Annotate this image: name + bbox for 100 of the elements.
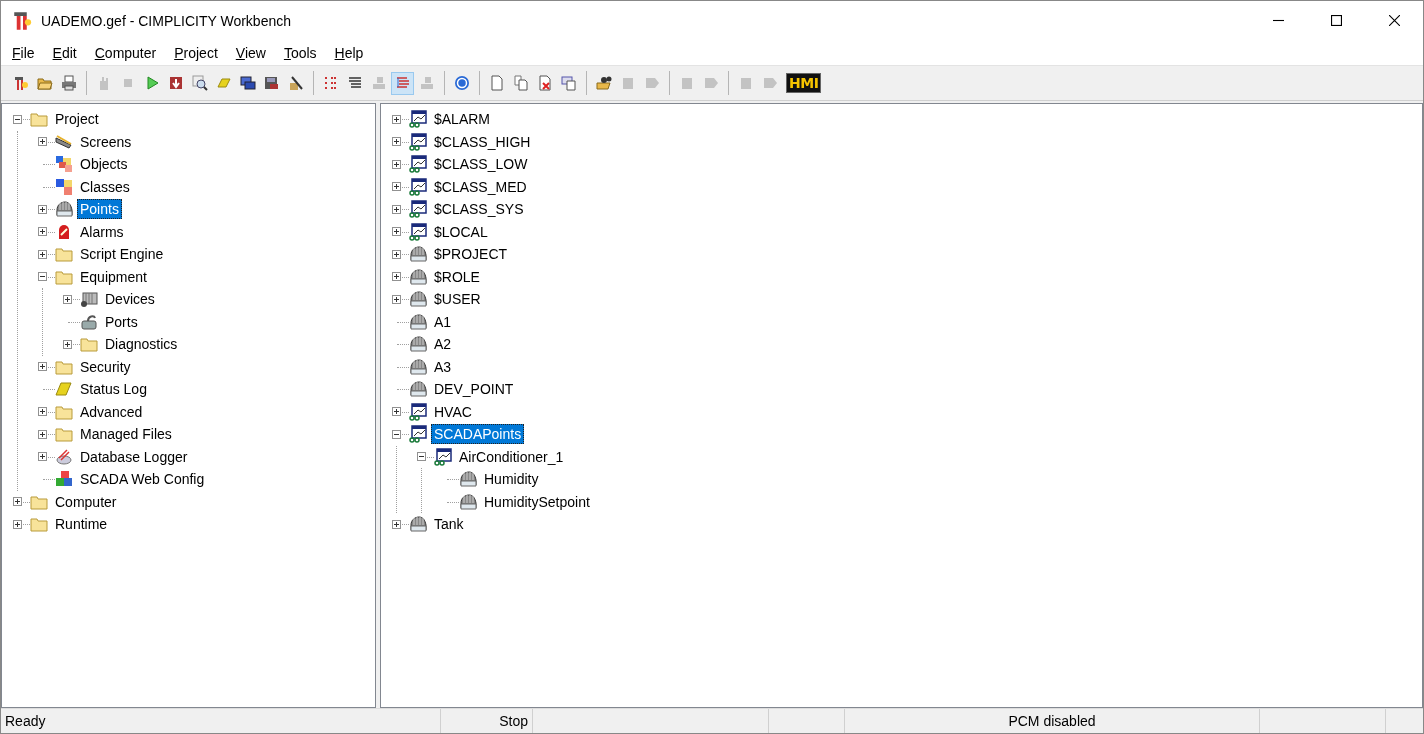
expand-icon[interactable] — [13, 519, 22, 529]
tree-item[interactable]: Project — [52, 109, 102, 130]
points-icon — [409, 245, 427, 264]
status-text: PCM disabled — [845, 709, 1260, 733]
tree-item[interactable]: $CLASS_HIGH — [431, 131, 534, 152]
chart-window-icon — [409, 110, 427, 129]
points-icon — [459, 492, 477, 511]
expand-icon[interactable] — [392, 204, 401, 214]
tree-item[interactable]: DEV_POINT — [431, 379, 517, 400]
tree-item[interactable]: Script Engine — [77, 244, 167, 265]
expand-icon[interactable] — [13, 497, 22, 507]
node-icon — [370, 75, 387, 91]
tree-item[interactable]: $PROJECT — [431, 244, 511, 265]
log-icon — [55, 380, 73, 399]
lined-list-icon — [346, 75, 363, 91]
expand-icon[interactable] — [392, 182, 401, 192]
wand-icon — [12, 75, 29, 91]
collapse-icon[interactable] — [417, 452, 426, 462]
window-title: UADEMO.gef - CIMPLICITY Workbench — [41, 12, 291, 29]
tree-item[interactable]: A3 — [431, 356, 455, 377]
download-icon — [167, 75, 184, 91]
tree-item[interactable]: Advanced — [77, 401, 146, 422]
tree-item[interactable]: Equipment — [77, 266, 150, 287]
tree-item[interactable]: $LOCAL — [431, 221, 491, 242]
tree-item[interactable]: Database Logger — [77, 446, 191, 467]
tree-view-icon — [394, 75, 411, 91]
collapse-icon[interactable] — [392, 429, 401, 439]
points-icon — [409, 357, 427, 376]
collapse-icon[interactable] — [38, 272, 47, 282]
page-properties-icon — [560, 75, 577, 91]
tree-item[interactable]: Diagnostics — [102, 334, 181, 355]
tree-item[interactable]: HVAC — [431, 401, 475, 422]
tree-item[interactable]: Alarms — [77, 221, 127, 242]
expand-icon[interactable] — [392, 114, 401, 124]
menu-item[interactable]: Tools — [274, 44, 326, 61]
tree-item[interactable]: $USER — [431, 289, 484, 310]
hmi-button[interactable]: HMI — [786, 73, 822, 93]
tree-item[interactable]: SCADA Web Config — [77, 469, 208, 490]
tree-item[interactable]: $CLASS_MED — [431, 176, 530, 197]
expand-icon[interactable] — [38, 249, 47, 259]
chart-window-icon — [409, 155, 427, 174]
tree-item[interactable]: $ALARM — [431, 109, 494, 130]
log-icon — [215, 75, 232, 91]
expand-icon[interactable] — [38, 362, 47, 372]
tree-item[interactable]: Runtime — [52, 514, 111, 535]
tree-item[interactable]: Tank — [431, 514, 467, 535]
expand-icon[interactable] — [392, 294, 401, 304]
tree-item[interactable]: Devices — [102, 289, 158, 310]
expand-icon[interactable] — [392, 407, 401, 417]
expand-icon[interactable] — [392, 249, 401, 259]
menu-item[interactable]: View — [226, 44, 275, 61]
tree-item[interactable]: $CLASS_SYS — [431, 199, 527, 220]
tree-item[interactable]: Computer — [52, 491, 120, 512]
expand-icon[interactable] — [38, 137, 47, 147]
expand-icon[interactable] — [38, 407, 47, 417]
pages-icon — [512, 75, 529, 91]
expand-icon[interactable] — [63, 339, 72, 349]
tree-item[interactable]: Classes — [77, 176, 133, 197]
page-icon — [488, 75, 505, 91]
expand-icon[interactable] — [392, 159, 401, 169]
tree-item[interactable]: Humidity — [481, 469, 542, 490]
expand-icon[interactable] — [392, 272, 401, 282]
status-text: Stop — [441, 709, 533, 733]
tree-item[interactable]: Ports — [102, 311, 141, 332]
tree-item[interactable]: Objects — [77, 154, 131, 175]
menu-item[interactable]: Project — [165, 44, 227, 61]
expand-icon[interactable] — [38, 204, 47, 214]
tree-item[interactable]: Managed Files — [77, 424, 175, 445]
tree-item[interactable]: Status Log — [77, 379, 150, 400]
tree-item[interactable]: A2 — [431, 334, 455, 355]
expand-icon[interactable] — [38, 429, 47, 439]
tree-item[interactable]: Security — [77, 356, 134, 377]
tree-item[interactable]: $CLASS_LOW — [431, 154, 531, 175]
expand-icon[interactable] — [38, 227, 47, 237]
tree-item[interactable]: A1 — [431, 311, 455, 332]
menu-item[interactable]: File — [3, 44, 44, 61]
menu-item[interactable]: Computer — [85, 44, 166, 61]
shapes-icon — [55, 155, 73, 174]
tree-item[interactable]: AirConditioner_1 — [456, 446, 567, 467]
points-icon — [409, 335, 427, 354]
points-icon — [409, 267, 427, 286]
expand-icon[interactable] — [392, 227, 401, 237]
menu-item[interactable]: Help — [325, 44, 373, 61]
menu-item[interactable]: Edit — [43, 44, 86, 61]
tree-item[interactable]: Points — [77, 199, 122, 220]
expand-icon[interactable] — [63, 294, 72, 304]
folder-icon — [30, 110, 48, 129]
tree-item[interactable]: HumiditySetpoint — [481, 491, 593, 512]
points-icon — [409, 380, 427, 399]
block-arrow-icon — [761, 75, 778, 91]
expand-icon[interactable] — [392, 519, 401, 529]
maximize-icon — [1330, 15, 1342, 26]
collapse-icon[interactable] — [13, 114, 22, 124]
tree-item[interactable]: $ROLE — [431, 266, 483, 287]
tree-item[interactable]: Screens — [77, 131, 135, 152]
chart-window-icon — [409, 402, 427, 421]
expand-icon[interactable] — [38, 452, 47, 462]
expand-icon[interactable] — [392, 137, 401, 147]
tree-item[interactable]: SCADAPoints — [431, 424, 525, 445]
shapes-icon — [55, 177, 73, 196]
